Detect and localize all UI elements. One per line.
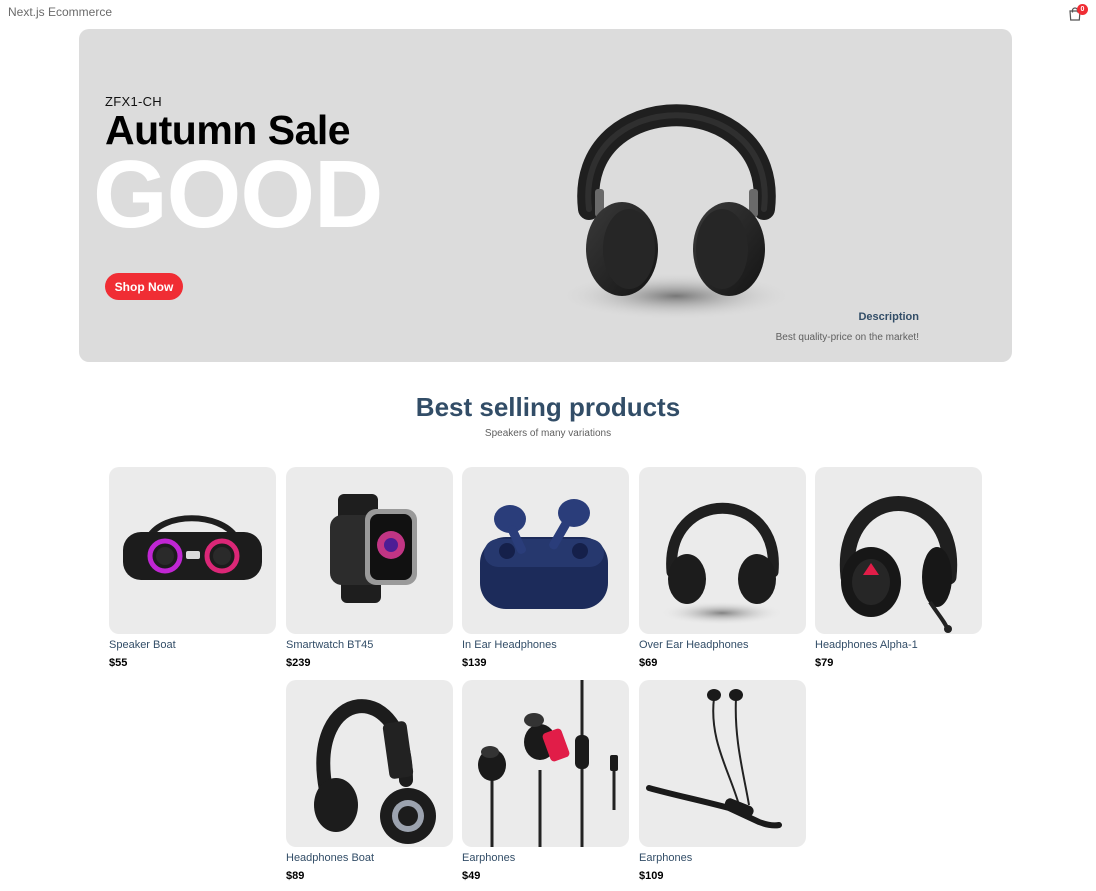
product-price: $109 xyxy=(639,870,664,882)
product-card[interactable]: Smartwatch BT45 $239 xyxy=(286,467,453,682)
product-name: Earphones xyxy=(462,852,516,864)
product-name: Earphones xyxy=(639,852,693,864)
product-card[interactable]: Headphones Alpha-1 $79 xyxy=(815,467,982,682)
product-name: Headphones Boat xyxy=(286,852,375,864)
product-image xyxy=(286,680,453,847)
product-name: Speaker Boat xyxy=(109,639,176,651)
product-image xyxy=(109,467,276,634)
headset-icon xyxy=(839,496,958,633)
product-image xyxy=(815,467,982,634)
hero-large-text: GOOD xyxy=(93,141,383,248)
product-card[interactable]: In Ear Headphones $139 xyxy=(462,467,629,682)
hero-description-title: Description xyxy=(858,311,919,323)
product-name: Smartwatch BT45 xyxy=(286,639,374,651)
cart-count-badge: 0 xyxy=(1077,4,1088,15)
headphones-icon xyxy=(660,502,784,625)
product-image xyxy=(462,680,629,847)
product-card[interactable]: Over Ear Headphones $69 xyxy=(639,467,806,682)
product-image xyxy=(462,467,629,634)
smartwatch-icon xyxy=(330,494,417,603)
product-price: $89 xyxy=(286,870,305,882)
earbuds-icon xyxy=(480,499,608,609)
section-subtitle: Speakers of many variations xyxy=(484,428,612,439)
earphones-icon xyxy=(478,680,618,847)
headphones-boat-icon xyxy=(314,699,436,844)
product-price: $139 xyxy=(462,657,487,669)
product-card[interactable]: Headphones Boat $89 xyxy=(286,680,453,891)
shop-now-button[interactable]: Shop Now xyxy=(105,273,183,300)
product-price: $49 xyxy=(462,870,481,882)
cart-button[interactable]: 0 xyxy=(1066,4,1088,24)
product-image xyxy=(639,467,806,634)
logo-link[interactable]: Next.js Ecommerce xyxy=(8,5,112,19)
product-card[interactable]: Earphones $109 xyxy=(639,680,806,891)
neckband-icon xyxy=(646,689,782,829)
product-image xyxy=(286,467,453,634)
product-name: In Ear Headphones xyxy=(462,639,557,651)
product-card[interactable]: Speaker Boat $55 xyxy=(109,467,276,682)
product-name: Headphones Alpha-1 xyxy=(815,639,918,651)
hero-banner: ZFX1-CH Autumn Sale GOOD Shop Now Descri… xyxy=(79,29,1012,362)
product-name: Over Ear Headphones xyxy=(639,639,749,651)
product-card[interactable]: Earphones $49 xyxy=(462,680,629,891)
product-image xyxy=(639,680,806,847)
section-title: Best selling products xyxy=(415,392,681,422)
product-price: $55 xyxy=(109,657,128,669)
hero-description-text: Best quality-price on the market! xyxy=(775,332,919,343)
product-price: $69 xyxy=(639,657,658,669)
product-price: $239 xyxy=(286,657,311,669)
product-price: $79 xyxy=(815,657,834,669)
hero-headphones-image xyxy=(558,104,794,320)
speaker-icon xyxy=(123,515,262,580)
navbar: Next.js Ecommerce 0 xyxy=(0,0,1096,26)
